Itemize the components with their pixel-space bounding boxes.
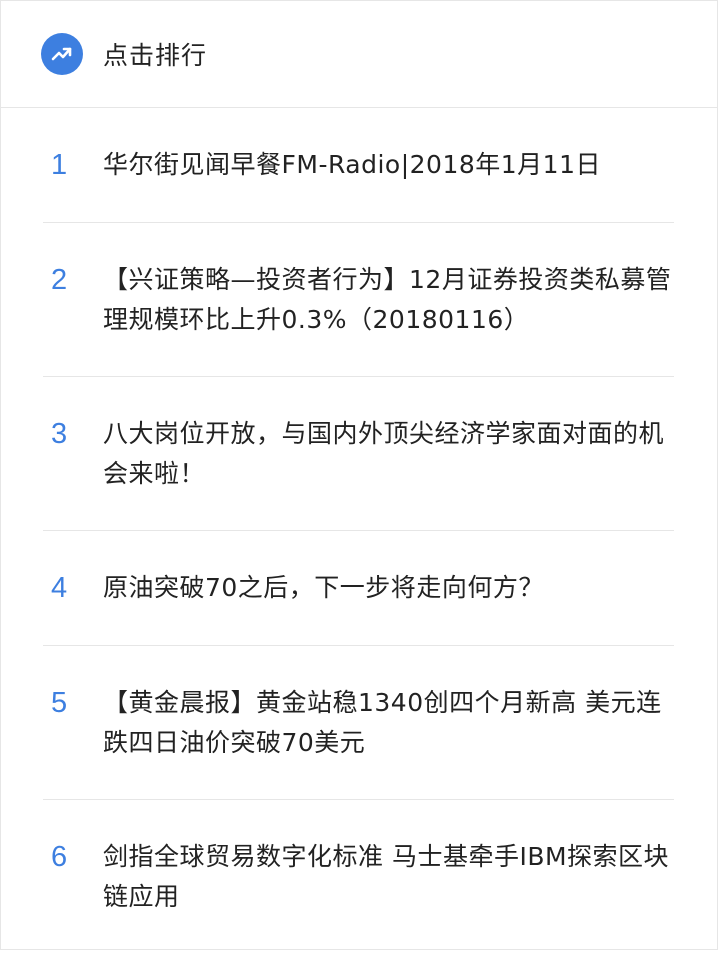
ranking-list: 1 华尔街见闻早餐FM-Radio|2018年1月11日 2 【兴证策略—投资者… [43, 108, 674, 954]
click-ranking-panel: 点击排行 1 华尔街见闻早餐FM-Radio|2018年1月11日 2 【兴证策… [0, 0, 718, 950]
article-title-link[interactable]: 华尔街见闻早餐FM-Radio|2018年1月11日 [103, 145, 601, 185]
rank-number: 4 [51, 571, 68, 604]
article-title-link[interactable]: 原油突破70之后，下一步将走向何方？ [103, 568, 544, 608]
rank-number: 1 [51, 148, 68, 181]
trending-up-icon [41, 33, 83, 75]
ranking-item-2[interactable]: 2 【兴证策略—投资者行为】12月证券投资类私募管理规模环比上升0.3%（201… [43, 223, 674, 377]
article-title-link[interactable]: 剑指全球贸易数字化标准 马士基牵手IBM探索区块链应用 [103, 837, 674, 917]
ranking-item-5[interactable]: 5 【黄金晨报】黄金站稳1340创四个月新高 美元连跌四日油价突破70美元 [43, 646, 674, 800]
ranking-item-6[interactable]: 6 剑指全球贸易数字化标准 马士基牵手IBM探索区块链应用 [43, 800, 674, 954]
rank-number: 2 [51, 264, 68, 296]
ranking-item-1[interactable]: 1 华尔街见闻早餐FM-Radio|2018年1月11日 [43, 108, 674, 223]
article-title-link[interactable]: 【黄金晨报】黄金站稳1340创四个月新高 美元连跌四日油价突破70美元 [103, 683, 674, 763]
panel-header: 点击排行 [1, 1, 717, 108]
ranking-item-3[interactable]: 3 八大岗位开放，与国内外顶尖经济学家面对面的机会来啦！ [43, 377, 674, 531]
article-title-link[interactable]: 【兴证策略—投资者行为】12月证券投资类私募管理规模环比上升0.3%（20180… [103, 260, 674, 340]
panel-title: 点击排行 [103, 41, 208, 70]
ranking-item-4[interactable]: 4 原油突破70之后，下一步将走向何方？ [43, 531, 674, 646]
article-title-link[interactable]: 八大岗位开放，与国内外顶尖经济学家面对面的机会来啦！ [103, 414, 674, 494]
rank-number: 6 [51, 841, 68, 873]
rank-number: 5 [51, 687, 68, 719]
rank-number: 3 [51, 418, 68, 450]
